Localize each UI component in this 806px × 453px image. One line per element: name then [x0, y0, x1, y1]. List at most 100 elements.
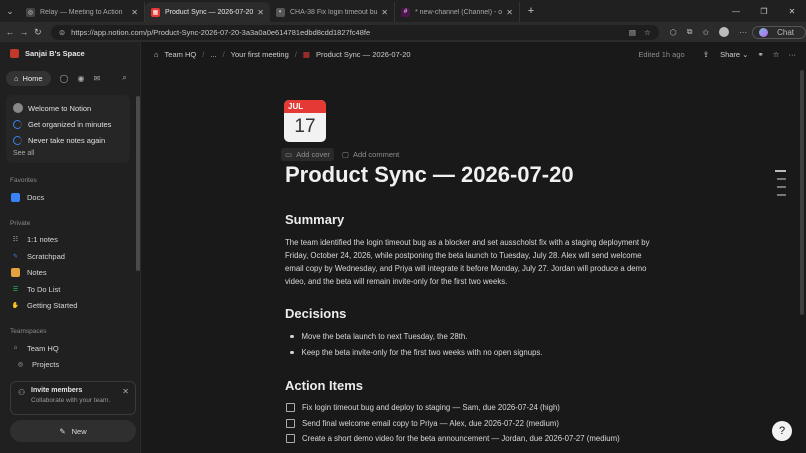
bullet-icon — [290, 350, 294, 355]
checkbox[interactable] — [286, 403, 295, 412]
url-text: https://app.notion.com/p/Product-Sync-20… — [71, 27, 371, 37]
close-tab-icon[interactable]: ✕ — [257, 8, 264, 17]
page-icon-calendar[interactable]: JUL 17 — [284, 100, 326, 142]
close-tab-icon[interactable]: ✕ — [131, 8, 138, 17]
comment-icon: ▢ — [341, 150, 349, 159]
checkbox[interactable] — [286, 419, 295, 428]
toc-line — [775, 170, 786, 172]
checkbox[interactable] — [286, 434, 295, 443]
breadcrumb-item[interactable]: Product Sync — 2026-07-20 — [316, 50, 411, 59]
sidebar-item-projects[interactable]: ◎ Projects — [0, 357, 140, 374]
breadcrumb-separator: / — [202, 49, 205, 59]
chat-icon[interactable]: ◯ — [60, 74, 69, 83]
profile-avatar[interactable] — [719, 27, 730, 37]
add-comment-button[interactable]: ▢ Add comment — [342, 150, 399, 159]
more-menu-icon[interactable]: ··· — [739, 28, 747, 37]
list-item[interactable]: Keep the beta invite-only for the first … — [290, 348, 542, 357]
forward-icon[interactable]: → — [17, 27, 31, 37]
list-item[interactable]: Move the beta launch to next Tuesday, th… — [290, 332, 467, 341]
page-title[interactable]: Product Sync — 2026-07-20 — [285, 162, 574, 188]
close-tab-icon[interactable]: ✕ — [381, 8, 388, 17]
browser-tab[interactable]: ◐ CHA-38 Fix login timeout bug and ✕ — [270, 2, 395, 22]
todo-text: Send final welcome email copy to Priya —… — [302, 419, 559, 428]
sidebar-item-1-1-notes[interactable]: ☷ 1:1 notes — [0, 232, 140, 249]
onboarding-label: Welcome to Notion — [28, 103, 92, 113]
new-page-button[interactable]: ✎ New — [10, 420, 136, 442]
tab-title: Relay — Meeting to Action — [40, 8, 123, 16]
todo-item[interactable]: Send final welcome email copy to Priya —… — [286, 419, 559, 428]
sidebar-item-label: Getting Started — [27, 301, 78, 311]
sidebar-item-to-do-list[interactable]: ☰ To Do List — [0, 281, 140, 298]
close-window-icon[interactable]: ✕ — [778, 0, 806, 22]
close-tab-icon[interactable]: ✕ — [506, 8, 513, 17]
help-icon[interactable]: ? — [772, 421, 792, 441]
onboarding-item[interactable]: Welcome to Notion — [13, 100, 124, 116]
people-icon: ☷ — [12, 237, 19, 244]
teamspaces-header: Teamspaces — [10, 328, 47, 335]
invite-members-card[interactable]: ⚇ Invite members Collaborate with your t… — [10, 381, 136, 415]
workspace-switcher[interactable]: Sanjai B's Space — [0, 42, 140, 64]
sidebar-item-team-hq[interactable]: ⌂ Team HQ — [0, 340, 140, 357]
reload-icon[interactable]: ↻ — [31, 27, 45, 38]
inbox-icon[interactable]: ✉ — [93, 74, 100, 83]
search-icon[interactable]: ⌕ — [122, 73, 126, 83]
target-icon: ◎ — [17, 362, 24, 369]
sidebar-item-notes[interactable]: Notes — [0, 265, 140, 282]
restore-icon[interactable]: ❐ — [750, 0, 778, 22]
copilot-icon — [759, 27, 769, 37]
table-of-contents-indicator[interactable] — [775, 170, 786, 202]
progress-ring-icon — [13, 119, 22, 129]
todo-text: Create a short demo video for the beta a… — [302, 434, 620, 443]
notion-avatar-icon — [13, 103, 23, 113]
tab-title: * new-channel (Channel) - openai — [415, 8, 503, 16]
todo-item[interactable]: Create a short demo video for the beta a… — [286, 434, 620, 443]
onboarding-item[interactable]: Get organized in minutes — [13, 116, 124, 132]
browser-tab[interactable]: ◎ Relay — Meeting to Action ✕ — [20, 2, 145, 22]
add-person-icon: ⚇ — [18, 388, 26, 397]
share-icon: ⇪ — [702, 49, 712, 59]
copilot-chat-button[interactable]: Chat — [752, 25, 806, 39]
see-all-link[interactable]: See all — [13, 150, 124, 157]
share-button[interactable]: ⇪ Share ⌄ — [694, 50, 749, 59]
action-items-heading[interactable]: Action Items — [285, 378, 363, 393]
summary-heading[interactable]: Summary — [285, 212, 344, 227]
minimize-icon[interactable]: — — [722, 0, 750, 22]
more-menu-icon[interactable]: ··· — [789, 50, 797, 59]
split-screen-icon[interactable]: ⧉ — [687, 27, 693, 37]
decisions-heading[interactable]: Decisions — [285, 306, 346, 321]
ai-icon[interactable]: ◉ — [78, 74, 85, 83]
url-field[interactable]: ⊜ https://app.notion.com/p/Product-Sync-… — [50, 24, 659, 40]
breadcrumb-item[interactable]: ... — [210, 50, 216, 59]
sidebar-item-docs[interactable]: Docs — [0, 189, 140, 206]
sidebar-item-scratchpad[interactable]: ✎ Scratchpad — [0, 248, 140, 265]
browser-tab[interactable]: # * new-channel (Channel) - openai ✕ — [395, 2, 520, 22]
todo-item[interactable]: Fix login timeout bug and deploy to stag… — [286, 403, 560, 412]
sidebar-item-label: Notes — [27, 268, 47, 278]
extensions-icon[interactable]: ⬡ — [670, 28, 677, 37]
favorite-star-icon[interactable]: ☆ — [644, 28, 651, 37]
add-cover-button[interactable]: ▭ Add cover — [281, 148, 334, 161]
breadcrumb-item[interactable]: Team HQ — [165, 50, 197, 59]
breadcrumb-item[interactable]: Your first meeting — [231, 50, 289, 59]
browser-tab-bar: ⌄ ◎ Relay — Meeting to Action ✕ ▦ Produc… — [0, 0, 806, 22]
sidebar-item-label: Scratchpad — [27, 251, 65, 261]
new-tab-icon[interactable]: + — [520, 5, 542, 17]
onboarding-item[interactable]: Never take notes again — [13, 132, 124, 148]
close-icon[interactable]: ✕ — [122, 387, 129, 396]
address-bar-row: ← → ↻ ⊜ https://app.notion.com/p/Product… — [0, 22, 806, 42]
sidebar-scrollbar[interactable] — [136, 96, 140, 271]
calendar-day: 17 — [294, 116, 316, 137]
favorites-icon[interactable]: ✩ — [702, 28, 709, 37]
favorite-star-icon[interactable]: ☆ — [773, 50, 780, 59]
home-button[interactable]: ⌂ Home — [6, 70, 51, 86]
sidebar: Sanjai B's Space ⌂ Home ◯ ◉ ✉ ⌕ Welcome … — [0, 42, 141, 453]
link-icon[interactable]: ⚭ — [757, 50, 763, 59]
tab-list-icon[interactable]: ⌄ — [0, 0, 20, 22]
sidebar-item-getting-started[interactable]: ✋ Getting Started — [0, 298, 140, 315]
summary-paragraph[interactable]: The team identified the login timeout bu… — [285, 236, 657, 288]
browser-tab-active[interactable]: ▦ Product Sync — 2026-07-20 | Notion ✕ — [145, 2, 270, 22]
reader-icon[interactable]: ▤ — [629, 28, 636, 37]
site-info-icon[interactable]: ⊜ — [59, 28, 65, 37]
back-icon[interactable]: ← — [3, 27, 17, 37]
calendar-month: JUL — [284, 100, 326, 113]
